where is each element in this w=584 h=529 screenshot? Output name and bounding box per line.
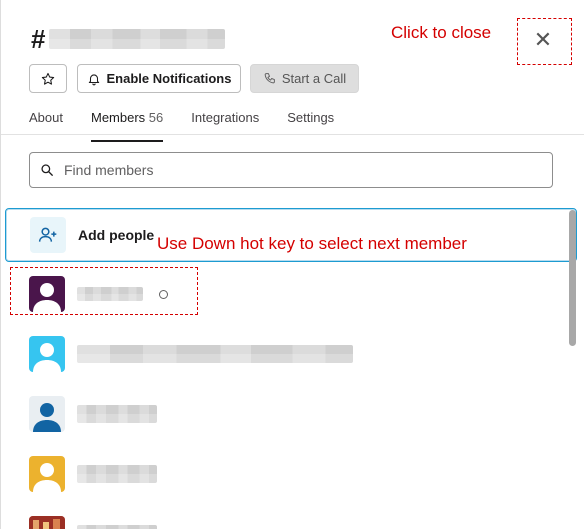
member-name-redacted <box>77 405 157 423</box>
search-icon <box>41 164 53 176</box>
find-members-search[interactable] <box>29 152 553 188</box>
member-name-redacted <box>77 525 157 529</box>
avatar <box>29 456 65 492</box>
list-scrollbar[interactable] <box>569 210 576 346</box>
member-row[interactable] <box>29 396 549 432</box>
enable-notifications-button[interactable]: Enable Notifications <box>77 64 241 93</box>
bell-icon <box>88 73 99 85</box>
close-hint-annotation: Click to close <box>391 23 492 42</box>
tab-about-label: About <box>29 110 63 125</box>
close-button[interactable]: ✕ <box>525 26 561 54</box>
star-button[interactable] <box>29 64 67 93</box>
avatar <box>29 336 65 372</box>
star-icon <box>41 72 55 85</box>
find-members-input[interactable] <box>64 162 524 178</box>
tab-members-label: Members <box>90 110 146 125</box>
members-count: 56 <box>148 110 164 125</box>
member-name-redacted <box>77 345 353 363</box>
away-status-icon <box>159 289 168 299</box>
details-tabs: About Members 56 Integrations Settings <box>29 110 362 142</box>
member-name-redacted <box>77 465 157 483</box>
avatar-photo <box>29 516 65 529</box>
channel-name-redacted <box>49 29 226 49</box>
add-people-label: Add people <box>78 227 155 243</box>
tab-settings-label: Settings <box>287 110 335 125</box>
avatar <box>29 276 65 312</box>
tabs-divider <box>1 134 584 135</box>
channel-hash: # <box>31 23 46 54</box>
add-person-icon <box>30 217 66 253</box>
avatar <box>29 396 65 432</box>
member-row[interactable] <box>29 276 549 312</box>
start-call-label: Start a Call <box>281 71 347 86</box>
member-name-redacted <box>77 287 143 301</box>
tab-about[interactable]: About <box>29 110 63 134</box>
phone-icon <box>264 73 275 84</box>
channel-details-panel: # ✕ Click to close Enable Notifications … <box>0 0 584 529</box>
start-call-button[interactable]: Start a Call <box>250 64 359 93</box>
member-row[interactable] <box>29 516 549 529</box>
enable-notifications-label: Enable Notifications <box>106 71 232 86</box>
tab-integrations[interactable]: Integrations <box>191 110 259 134</box>
down-hint-annotation: Use Down hot key to select next member <box>157 234 467 253</box>
tab-members[interactable]: Members 56 <box>90 110 164 142</box>
channel-title: # <box>31 23 226 54</box>
member-row[interactable] <box>29 336 549 372</box>
member-row[interactable] <box>29 456 549 492</box>
tab-integrations-label: Integrations <box>191 110 260 125</box>
tab-settings[interactable]: Settings <box>287 110 334 134</box>
close-icon: ✕ <box>533 27 553 52</box>
